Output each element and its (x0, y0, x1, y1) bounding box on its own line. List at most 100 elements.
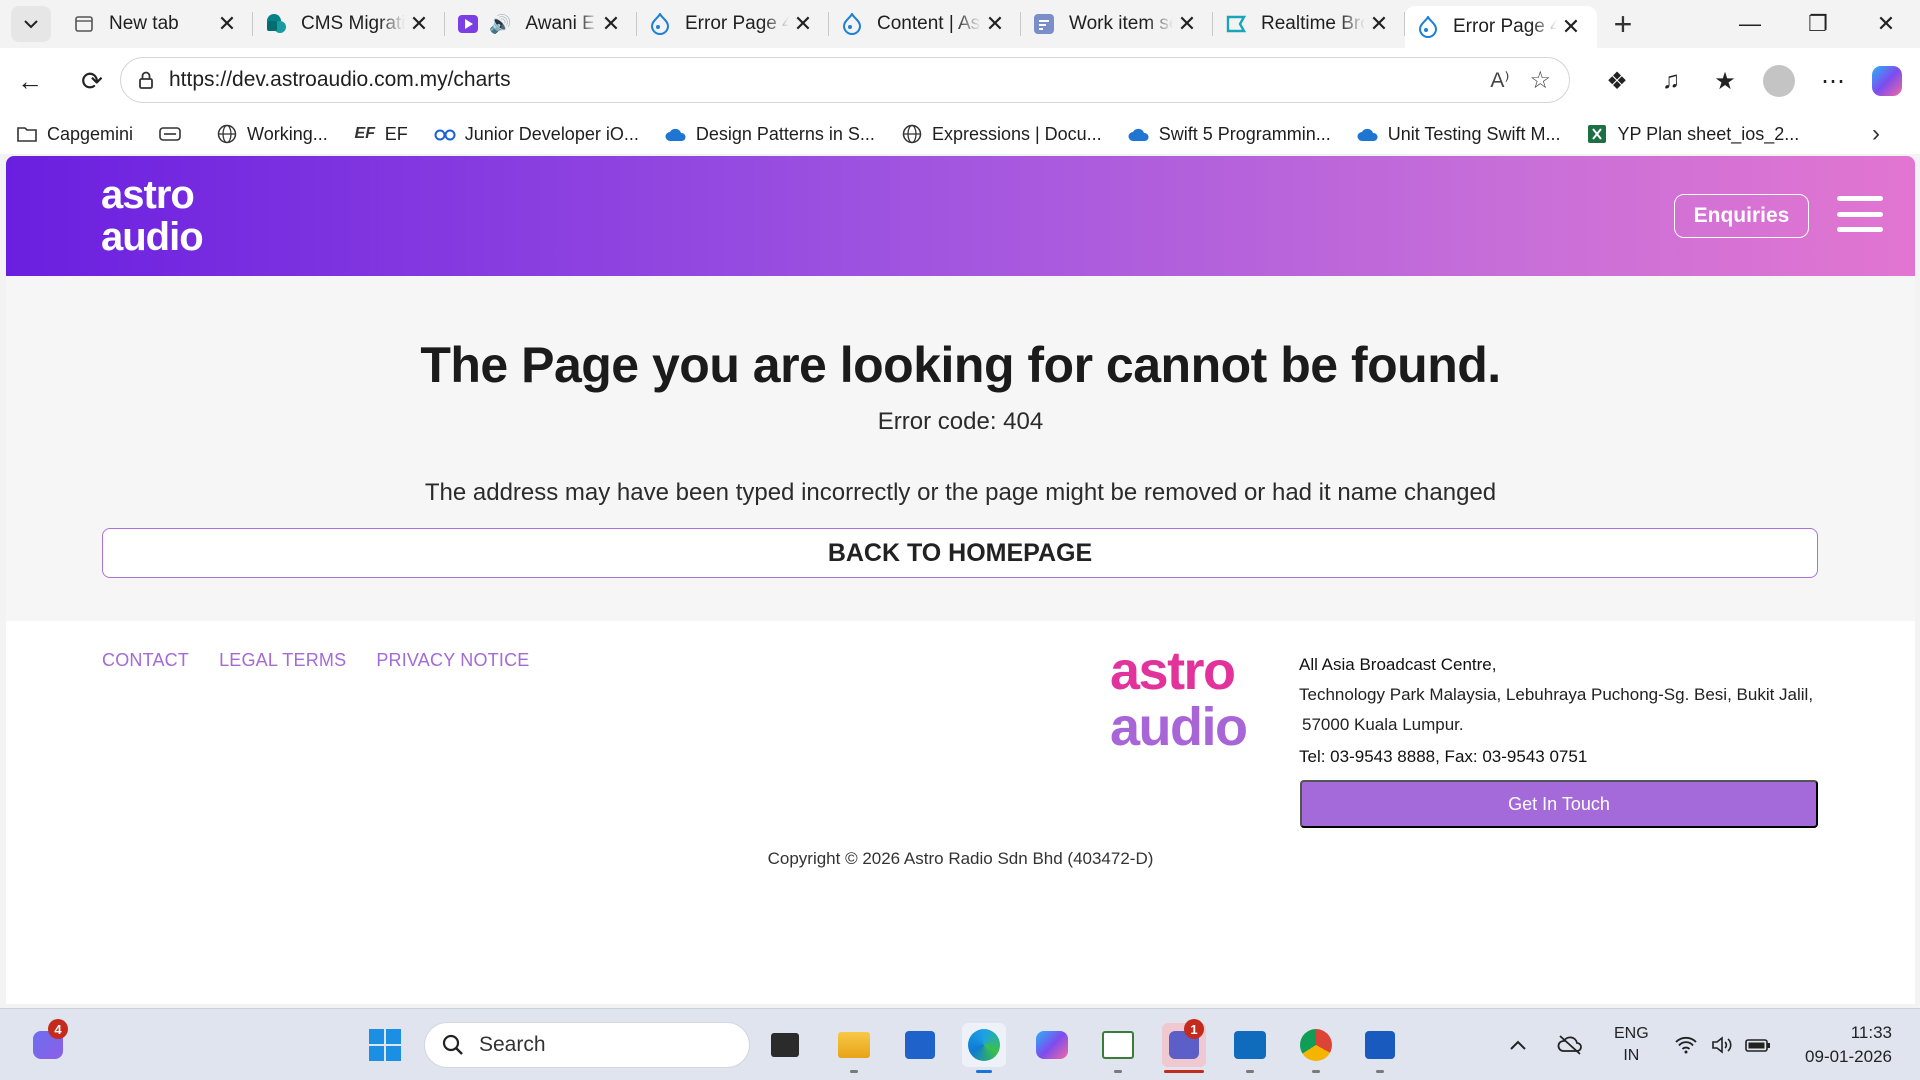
tab-title: Work item search (1069, 13, 1173, 34)
tab-title: Realtime Broadcast (1261, 13, 1365, 34)
profile-avatar[interactable] (1752, 57, 1806, 105)
file-explorer-icon[interactable] (832, 1023, 876, 1073)
browser-toolbar: ← ⟳ https://dev.astroaudio.com.my/charts… (0, 48, 1920, 114)
cloud-icon (665, 123, 687, 145)
bookmark-item[interactable]: Working... (216, 123, 328, 145)
outlook-icon[interactable] (1228, 1023, 1272, 1073)
footer-link-legal-terms[interactable]: LEGAL TERMS (219, 650, 346, 671)
bookmark-item[interactable]: EF EF (354, 123, 408, 145)
more-menu-icon[interactable]: ⋯ (1806, 57, 1860, 105)
logo-line-2: audio (101, 215, 204, 259)
footer-phone: Tel: 03-9543 8888, Fax: 03-9543 0751 (1299, 747, 1588, 766)
astro-audio-logo[interactable]: astro audio (101, 174, 204, 259)
tab-close-icon[interactable]: ✕ (1173, 10, 1201, 38)
footer-link-privacy-notice[interactable]: PRIVACY NOTICE (376, 650, 529, 671)
clock-date: 09-01-2026 (1805, 1047, 1892, 1066)
battery-icon[interactable] (1742, 1023, 1774, 1067)
windows-start-icon[interactable] (363, 1023, 407, 1067)
bookmark-item[interactable]: Expressions | Docu... (901, 123, 1102, 145)
app-window-icon[interactable] (1096, 1023, 1140, 1073)
teams-icon[interactable]: 1 (1162, 1019, 1206, 1073)
app-icon (1225, 13, 1247, 35)
bookmarks-overflow-chevron-icon[interactable]: › (1872, 120, 1880, 148)
tab-close-icon[interactable]: ✕ (789, 10, 817, 38)
drupal-icon (841, 13, 863, 35)
taskbar-search-box[interactable]: Search (424, 1022, 750, 1068)
browser-tab[interactable]: Realtime Broadcast✕ (1213, 0, 1405, 48)
bookmark-item[interactable]: Unit Testing Swift M... (1357, 123, 1560, 145)
bookmark-item[interactable]: Capgemini (16, 123, 133, 145)
speaker-icon[interactable]: 🔊 (489, 14, 511, 35)
bookmark-label: Working... (247, 123, 328, 144)
chrome-icon[interactable] (1294, 1023, 1338, 1073)
tab-close-icon[interactable]: ✕ (405, 10, 433, 38)
bookmark-item[interactable]: Junior Developer iO... (434, 123, 639, 145)
copyright-text: Copyright © 2026 Astro Radio Sdn Bhd (40… (767, 849, 1154, 868)
back-button[interactable]: ← (8, 59, 52, 103)
favorites-icon[interactable]: ★ (1698, 57, 1752, 105)
browser-tab[interactable]: Content | Astro✕ (829, 0, 1021, 48)
tab-close-icon[interactable]: ✕ (1365, 10, 1393, 38)
hamburger-menu-icon[interactable] (1837, 196, 1883, 232)
read-aloud-icon[interactable]: A⁾ (1490, 68, 1509, 93)
tab-close-icon[interactable]: ✕ (213, 10, 241, 38)
task-view-icon[interactable] (763, 1023, 807, 1067)
enquiries-button[interactable]: Enquiries (1674, 194, 1809, 238)
volume-icon[interactable] (1706, 1023, 1738, 1067)
sharepoint-icon (265, 13, 287, 35)
browser-tab[interactable]: New tab ✕ (61, 0, 253, 48)
edge-browser-icon[interactable] (962, 1023, 1006, 1073)
language-indicator[interactable]: ENG IN (1614, 1023, 1649, 1067)
notification-badge: 4 (48, 1019, 68, 1039)
refresh-button[interactable]: ⟳ (70, 59, 114, 103)
sync-off-icon[interactable] (1552, 1023, 1588, 1067)
bookmarks-bar: Capgemini Working... EF EF Junior Developer … (0, 114, 1920, 154)
bookmark-label: YP Plan sheet_ios_2... (1617, 123, 1800, 144)
tab-strip: New tab✕CMS Migration✕🔊Awani E✕Error Pag… (0, 0, 1920, 48)
minimize-button[interactable]: — (1716, 0, 1784, 48)
error-message: The address may have been typed incorrec… (424, 479, 1497, 506)
tab-close-icon[interactable]: ✕ (1557, 13, 1585, 41)
tab-close-icon[interactable]: ✕ (597, 10, 625, 38)
globe-icon (901, 123, 923, 145)
tab-search-button[interactable] (11, 6, 51, 42)
back-to-homepage-button[interactable]: BACK TO HOMEPAGE (102, 528, 1818, 578)
browser-tab[interactable]: 🔊 Awani E ✕ (445, 0, 637, 48)
bookmark-item[interactable]: Swift 5 Programmin... (1128, 123, 1331, 145)
microsoft-store-icon[interactable] (898, 1023, 942, 1067)
word-icon[interactable] (1358, 1023, 1402, 1073)
page-viewport: astro audio Enquiries The Page you are l… (6, 156, 1915, 1004)
system-clock[interactable]: 11:33 09-01-2026 (1805, 1021, 1892, 1069)
tab-title: Error Page 404 (1453, 16, 1557, 37)
close-window-button[interactable]: ✕ (1852, 0, 1920, 48)
footer-link-contact[interactable]: CONTACT (102, 650, 189, 671)
get-in-touch-button[interactable]: Get In Touch (1300, 780, 1818, 828)
m365-icon[interactable] (1030, 1023, 1074, 1067)
tab-title: Content | Astro (877, 13, 981, 34)
copilot-icon[interactable] (1860, 57, 1914, 105)
wifi-icon[interactable] (1670, 1023, 1702, 1067)
bookmark-item[interactable]: YP Plan sheet_ios_2... (1586, 123, 1799, 145)
bookmark-item[interactable]: Design Patterns in S... (665, 123, 875, 145)
show-hidden-icons-chevron-icon[interactable] (1504, 1023, 1532, 1067)
folder-icon (16, 123, 38, 145)
bookmark-item[interactable] (159, 123, 190, 145)
browser-tab[interactable]: Work item search✕ (1021, 0, 1213, 48)
lang-line-2: IN (1623, 1047, 1640, 1064)
address-bar[interactable]: https://dev.astroaudio.com.my/charts A⁾ … (120, 57, 1570, 103)
extensions-icon[interactable]: ❖ (1590, 57, 1644, 105)
site-footer: CONTACT LEGAL TERMS PRIVACY NOTICE astro… (6, 621, 1915, 1004)
teams-chat-widget-icon[interactable]: 4 (26, 1019, 70, 1067)
browser-tab-active[interactable]: Error Page 404✕ (1405, 6, 1597, 48)
new-tab-icon (73, 13, 95, 35)
restore-button[interactable]: ❐ (1784, 0, 1852, 48)
address-line-1: All Asia Broadcast Centre, (1299, 655, 1497, 674)
globe-icon (216, 123, 238, 145)
media-control-icon[interactable]: ♫ (1644, 57, 1698, 105)
favorite-star-icon[interactable]: ☆ (1529, 66, 1551, 95)
browser-tab[interactable]: CMS Migration✕ (253, 0, 445, 48)
bookmark-label: Junior Developer iO... (464, 123, 639, 144)
tab-close-icon[interactable]: ✕ (981, 10, 1009, 38)
browser-tab[interactable]: Error Page 404✕ (637, 0, 829, 48)
new-tab-button[interactable]: + (1601, 4, 1645, 44)
